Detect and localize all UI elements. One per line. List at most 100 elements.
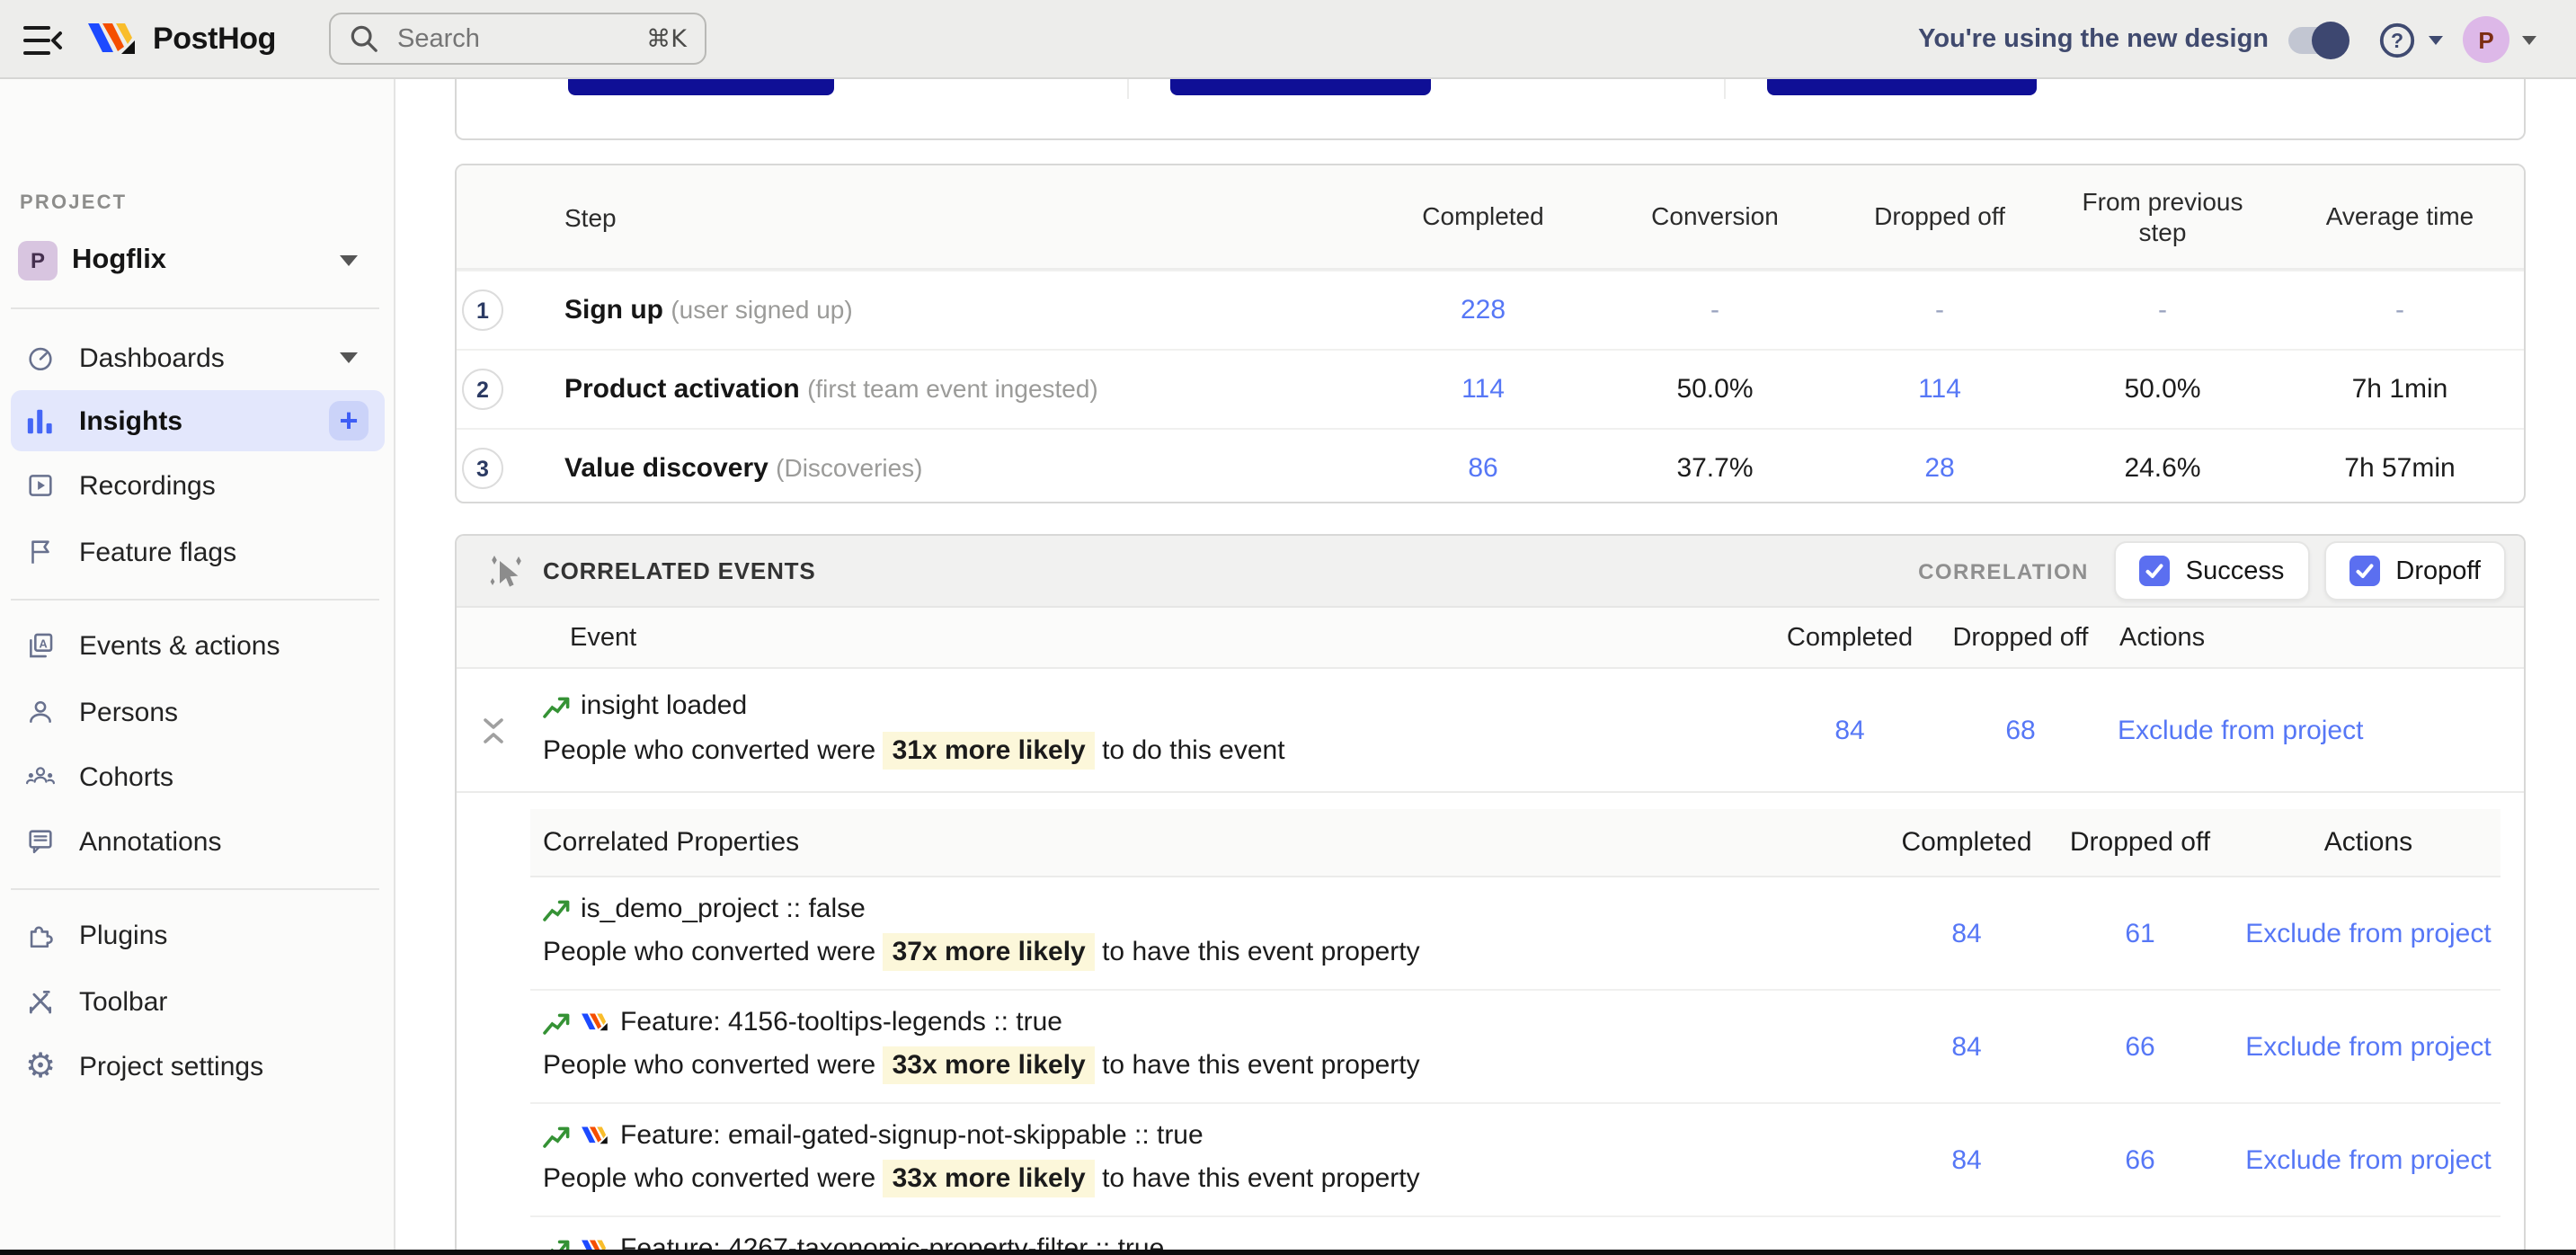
property-description: People who converted were 37x more likel… <box>543 937 1889 967</box>
funnel-step-row: 3 Value discovery (Discoveries) 86 37.7%… <box>457 428 2524 503</box>
completed-count-link[interactable]: 228 <box>1366 295 1600 325</box>
step-name: Product activation <box>564 374 800 405</box>
tools-icon <box>25 985 56 1018</box>
toggle-knob <box>2312 21 2349 58</box>
search-input[interactable]: ⌘K <box>329 13 706 65</box>
project-caret-icon <box>340 255 358 266</box>
sidebar-item-insights[interactable]: Insights + <box>11 390 385 451</box>
exclude-from-project-link[interactable]: Exclude from project <box>2236 918 2500 948</box>
funnel-bar-step1[interactable] <box>568 79 834 95</box>
sidebar-item-plugins[interactable]: Plugins <box>11 904 385 966</box>
average-time-value: 7h 1min <box>2276 374 2524 405</box>
sidebar-item-recordings[interactable]: Recordings <box>11 455 385 516</box>
sidebar-item-label: Persons <box>79 697 178 727</box>
exclude-from-project-link[interactable]: Exclude from project <box>2236 1144 2500 1175</box>
bar-chart-icon <box>25 405 56 436</box>
correlated-properties-table: Correlated Properties Completed Dropped … <box>530 809 2500 1255</box>
description-prefix: People who converted were <box>543 937 875 967</box>
user-caret-icon <box>2522 35 2536 44</box>
col-event: Event <box>457 623 1769 652</box>
col-average-time: Average time <box>2276 201 2524 232</box>
collapse-row-icon[interactable] <box>480 712 507 750</box>
property-name: Feature: email-gated-signup-not-skippabl… <box>620 1120 1204 1151</box>
properties-table-header: Correlated Properties Completed Dropped … <box>530 809 2500 877</box>
svg-text:?: ? <box>2391 28 2403 51</box>
funnel-bar-step2[interactable] <box>1170 79 1431 95</box>
funnel-column-divider <box>1127 79 1129 99</box>
user-avatar[interactable]: P <box>2463 16 2509 63</box>
sidebar-item-events-actions[interactable]: A Events & actions <box>11 615 385 676</box>
property-name: Feature: 4156-tooltips-legends :: true <box>620 1007 1062 1037</box>
sidebar-item-cohorts[interactable]: Cohorts <box>11 746 385 807</box>
checkbox-checked-icon[interactable] <box>2349 556 2379 586</box>
col-dropped-off: Dropped off <box>1931 623 2110 652</box>
search-field[interactable] <box>394 22 613 55</box>
app-window: PostHog ⌘K You're using the new design ?… <box>0 0 2576 1255</box>
sidebar-item-toolbar[interactable]: Toolbar <box>11 971 385 1032</box>
dropped-count-link[interactable]: 28 <box>1830 453 2049 484</box>
completed-count-link[interactable]: 84 <box>1889 1031 2044 1062</box>
exclude-from-project-link[interactable]: Exclude from project <box>2110 715 2524 745</box>
dropped-count-link[interactable]: 61 <box>2044 918 2236 948</box>
sidebar-item-feature-flags[interactable]: Feature flags <box>11 521 385 583</box>
sidebar-item-annotations[interactable]: Annotations <box>11 811 385 872</box>
sidebar-item-dashboards[interactable]: Dashboards <box>11 327 385 388</box>
sidebar-divider <box>11 599 379 601</box>
dropoff-checkbox-button[interactable]: Dropoff <box>2323 541 2506 601</box>
success-label: Success <box>2186 556 2285 585</box>
sidebar-item-label: Events & actions <box>79 630 280 661</box>
user-menu[interactable]: P <box>2463 16 2536 63</box>
odds-highlight: 33x more likely <box>884 1046 1095 1084</box>
help-icon[interactable]: ? <box>2376 19 2443 60</box>
completed-count-link[interactable]: 84 <box>1769 715 1931 745</box>
dashboards-caret-icon <box>340 352 358 363</box>
event-description: People who converted were 31x more likel… <box>543 735 1769 766</box>
property-description: People who converted were 33x more likel… <box>543 1163 1889 1194</box>
sidebar-item-label: Recordings <box>79 470 216 501</box>
success-checkbox-button[interactable]: Success <box>2114 541 2310 601</box>
funnel-chart-card <box>455 79 2526 140</box>
completed-count-link[interactable]: 86 <box>1366 453 1600 484</box>
description-suffix: to have this event property <box>1102 1050 1420 1081</box>
checkbox-checked-icon[interactable] <box>2139 556 2170 586</box>
sidebar-item-persons[interactable]: Persons <box>11 681 385 743</box>
col-dropped-off: Dropped off <box>2044 827 2236 858</box>
description-suffix: to have this event property <box>1102 937 1420 967</box>
description-suffix: to do this event <box>1102 735 1284 766</box>
new-design-toggle[interactable] <box>2288 26 2346 53</box>
completed-count-link[interactable]: 84 <box>1889 1144 2044 1175</box>
completed-count-link[interactable]: 114 <box>1366 374 1600 405</box>
new-insight-button[interactable]: + <box>329 401 369 441</box>
col-dropped-off: Dropped off <box>1830 201 2049 232</box>
from-previous-value: - <box>2049 295 2276 325</box>
col-conversion: Conversion <box>1600 201 1830 232</box>
gauge-icon <box>25 342 56 374</box>
sidebar-item-label: Plugins <box>79 920 167 950</box>
play-icon <box>25 469 56 502</box>
trend-up-icon <box>543 896 570 921</box>
dropped-count-link[interactable]: 66 <box>2044 1144 2236 1175</box>
flag-icon <box>25 536 56 568</box>
completed-count-link[interactable]: 84 <box>1889 918 2044 948</box>
posthog-logo-icon[interactable]: PostHog <box>86 22 276 58</box>
sidebar-item-label: Dashboards <box>79 343 225 373</box>
collapse-sidebar-icon[interactable] <box>23 22 63 57</box>
search-icon <box>349 23 379 54</box>
sidebar-item-project-settings[interactable]: ⚙ Project settings <box>11 1036 385 1097</box>
correlated-event-row: insight loaded People who converted were… <box>457 669 2524 793</box>
exclude-from-project-link[interactable]: Exclude from project <box>2236 1031 2500 1062</box>
section-title: CORRELATED EVENTS <box>543 557 816 584</box>
correlation-filter-label: CORRELATION <box>1918 558 2089 583</box>
dropped-count-link[interactable]: 66 <box>2044 1031 2236 1062</box>
sidebar: PROJECT P Hogflix Dashboards Insights + … <box>0 79 395 1255</box>
dropped-count-link[interactable]: 114 <box>1830 374 2049 405</box>
events-icon: A <box>25 629 56 662</box>
dropped-count-link[interactable]: 68 <box>1931 715 2110 745</box>
funnel-bar-step3[interactable] <box>1767 79 2037 95</box>
top-bar: PostHog ⌘K You're using the new design ?… <box>0 0 2576 79</box>
project-section-label: PROJECT <box>20 192 127 214</box>
correlated-events-card: CORRELATED EVENTS CORRELATION Success Dr… <box>455 534 2526 1255</box>
sidebar-item-label: Annotations <box>79 826 221 857</box>
col-from-previous: From previous step <box>2049 186 2276 247</box>
project-switcher[interactable]: P Hogflix <box>0 237 395 284</box>
